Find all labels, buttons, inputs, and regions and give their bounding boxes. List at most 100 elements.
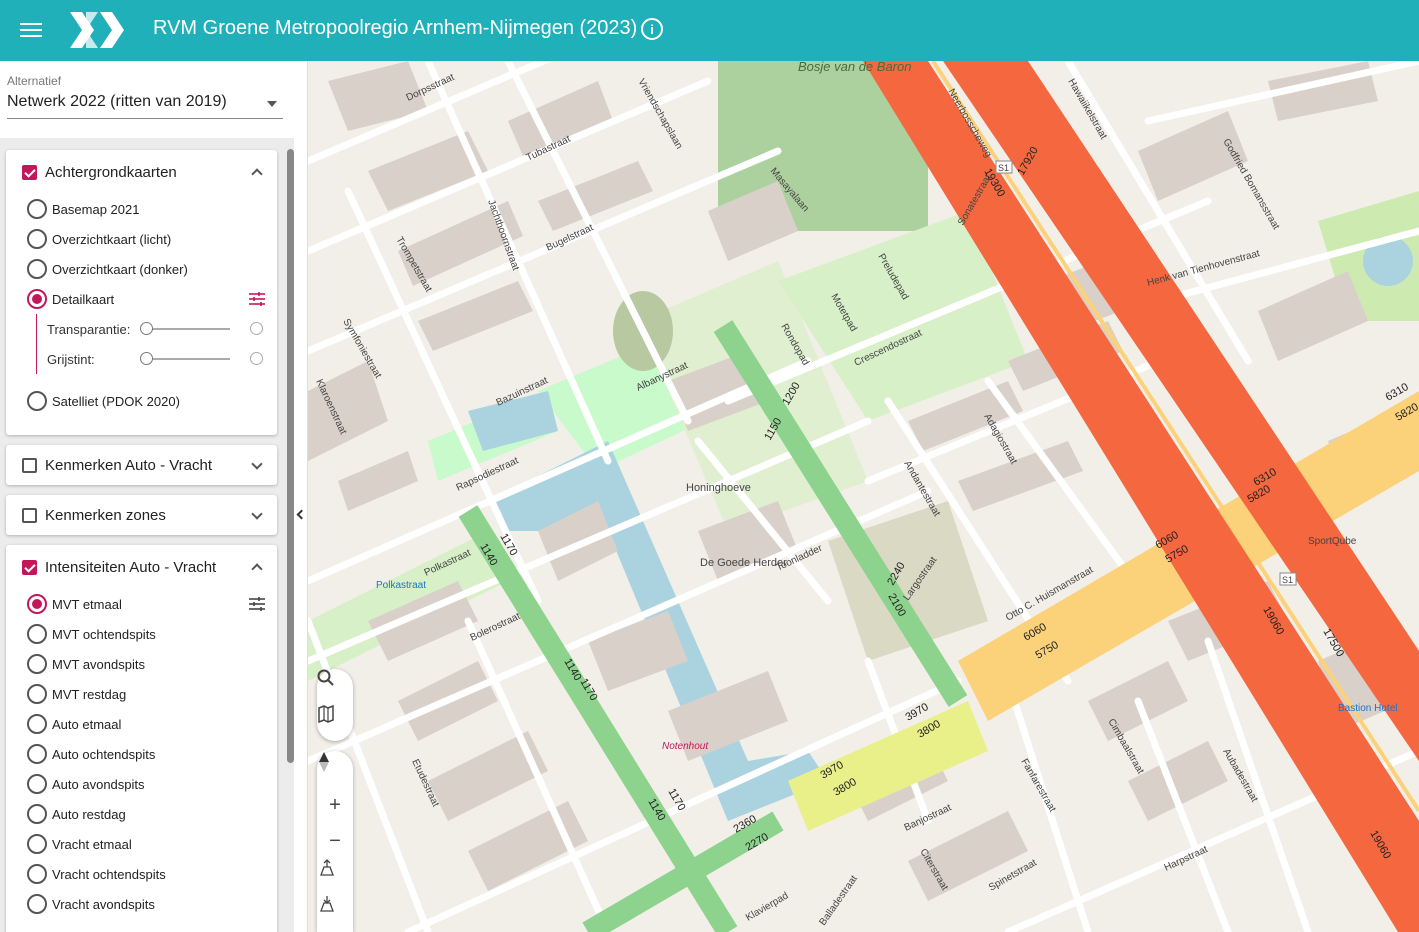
info-icon[interactable]: i	[641, 18, 663, 40]
chevron-up-icon[interactable]	[251, 563, 263, 575]
place-label: Notenhout	[662, 741, 709, 752]
map-view[interactable]: Bosje van de Baron Honinghoeve De Goede …	[308, 61, 1419, 932]
compass-icon[interactable]	[317, 751, 353, 787]
transparency-slider-thumb[interactable]	[140, 322, 153, 335]
reset-icon[interactable]	[250, 352, 263, 365]
radio-auto-etmaal[interactable]: Auto etmaal	[6, 709, 277, 739]
chevron-down-icon[interactable]	[251, 458, 263, 470]
radio-button[interactable]	[27, 864, 47, 884]
radio-label: Satelliet (PDOK 2020)	[52, 393, 180, 409]
panel-title: Kenmerken zones	[45, 506, 166, 524]
tune-icon[interactable]	[249, 597, 265, 611]
alternative-selector: Alternatief Netwerk 2022 (ritten van 201…	[0, 61, 294, 138]
chevron-up-icon[interactable]	[251, 168, 263, 180]
sidebar-collapse-handle[interactable]	[294, 61, 308, 932]
sidebar: Alternatief Netwerk 2022 (ritten van 201…	[0, 61, 294, 932]
tilt-down-icon[interactable]	[317, 895, 353, 931]
radio-button[interactable]	[27, 774, 47, 794]
place-label: SportQube	[1308, 536, 1357, 547]
radio-label: Overzichtkaart (licht)	[52, 231, 172, 247]
radio-satelliet[interactable]: Satelliet (PDOK 2020)	[6, 386, 277, 416]
street-label: Klavierpad	[744, 890, 790, 923]
radio-vracht-avondspits[interactable]: Vracht avondspits	[6, 889, 277, 919]
radio-vracht-etmaal[interactable]: Vracht etmaal	[6, 829, 277, 859]
search-icon[interactable]	[317, 669, 353, 705]
dropdown-caret-icon	[267, 101, 277, 107]
radio-button[interactable]	[27, 654, 47, 674]
radio-auto-restdag[interactable]: Auto restdag	[6, 799, 277, 829]
alternative-value: Netwerk 2022 (ritten van 2019)	[7, 93, 227, 110]
radio-overzichtkaart-licht[interactable]: Overzichtkaart (licht)	[6, 224, 277, 254]
radio-button[interactable]	[27, 259, 47, 279]
grayscale-row: Grijstint:	[6, 344, 277, 374]
radio-button[interactable]	[27, 391, 47, 411]
radio-button[interactable]	[27, 624, 47, 644]
collapse-left-icon[interactable]	[296, 509, 307, 520]
grayscale-label: Grijstint:	[47, 352, 95, 367]
radio-label: Vracht avondspits	[52, 896, 155, 912]
alternative-dropdown[interactable]: Netwerk 2022 (ritten van 2019)	[7, 93, 283, 119]
checkbox-background-maps[interactable]	[22, 164, 37, 180]
radio-label: MVT ochtendspits	[52, 626, 156, 642]
radio-basemap-2021[interactable]: Basemap 2021	[6, 194, 277, 224]
sidebar-scrollbar[interactable]	[287, 149, 294, 763]
radio-detailkaart[interactable]: Detailkaart	[6, 284, 277, 314]
menu-icon[interactable]	[20, 20, 42, 40]
chevron-down-icon[interactable]	[251, 508, 263, 520]
radio-button[interactable]	[27, 684, 47, 704]
panel-truck-features[interactable]: Kenmerken Auto - Vracht	[6, 445, 277, 485]
radio-vracht-ochtendspits[interactable]: Vracht ochtendspits	[6, 859, 277, 889]
radio-label: Auto etmaal	[52, 716, 122, 732]
map-layers-icon[interactable]	[317, 705, 353, 741]
transparency-row: Transparantie:	[6, 314, 277, 344]
radio-button[interactable]	[27, 894, 47, 914]
radio-label: MVT etmaal	[52, 596, 122, 612]
radio-label: MVT restdag	[52, 686, 127, 702]
tune-icon[interactable]	[249, 292, 265, 306]
zoom-out-icon[interactable]: −	[317, 823, 353, 859]
panel-title: Kenmerken Auto - Vracht	[45, 456, 213, 474]
radio-button[interactable]	[27, 199, 47, 219]
checkbox-truck-features[interactable]	[22, 457, 37, 473]
radio-button-selected[interactable]	[27, 289, 47, 309]
radio-auto-avondspits[interactable]: Auto avondspits	[6, 769, 277, 799]
panel-zone-features[interactable]: Kenmerken zones	[6, 495, 277, 535]
panel-header-zone-features[interactable]: Kenmerken zones	[6, 495, 277, 535]
reset-icon[interactable]	[250, 322, 263, 335]
checkbox-zone-features[interactable]	[22, 507, 37, 523]
transparency-slider-track[interactable]	[146, 328, 230, 330]
radio-mvt-ochtendspits[interactable]: MVT ochtendspits	[6, 619, 277, 649]
radio-button[interactable]	[27, 744, 47, 764]
street-label: Godfried Bomansstraat	[1220, 137, 1281, 232]
radio-label: Detailkaart	[52, 291, 115, 307]
street-label: Andantestraat	[901, 459, 942, 519]
zoom-in-icon[interactable]: +	[317, 787, 353, 823]
radio-label: Auto restdag	[52, 806, 126, 822]
radio-button[interactable]	[27, 834, 47, 854]
radio-label: Basemap 2021	[52, 201, 140, 217]
radio-button-selected[interactable]	[27, 594, 47, 614]
radio-overzichtkaart-donker[interactable]: Overzichtkaart (donker)	[6, 254, 277, 284]
radio-mvt-etmaal[interactable]: MVT etmaal	[6, 589, 277, 619]
radio-auto-ochtendspits[interactable]: Auto ochtendspits	[6, 739, 277, 769]
radio-button[interactable]	[27, 714, 47, 734]
street-label: Bolerostraat	[469, 611, 523, 644]
radio-button[interactable]	[27, 229, 47, 249]
panel-header-truck-features[interactable]: Kenmerken Auto - Vracht	[6, 445, 277, 485]
radio-button[interactable]	[27, 804, 47, 824]
panel-title: Achtergrondkaarten	[45, 163, 177, 181]
tilt-up-icon[interactable]	[317, 859, 353, 895]
radio-mvt-restdag[interactable]: MVT restdag	[6, 679, 277, 709]
map-canvas[interactable]: Bosje van de Baron Honinghoeve De Goede …	[308, 61, 1419, 932]
street-label: Vriendschapslaan	[635, 77, 684, 151]
radio-mvt-avondspits[interactable]: MVT avondspits	[6, 649, 277, 679]
logo-icon	[70, 12, 124, 48]
grayscale-slider-track[interactable]	[146, 358, 230, 360]
panel-header-intensities[interactable]: Intensiteiten Auto - Vracht	[6, 545, 277, 589]
checkbox-intensities[interactable]	[22, 559, 37, 575]
radio-label: Vracht ochtendspits	[52, 866, 166, 882]
place-label: Bosje van de Baron	[798, 61, 911, 74]
panel-header-background-maps[interactable]: Achtergrondkaarten	[6, 150, 277, 194]
place-label: Polkastraat	[376, 580, 426, 591]
grayscale-slider-thumb[interactable]	[140, 352, 153, 365]
